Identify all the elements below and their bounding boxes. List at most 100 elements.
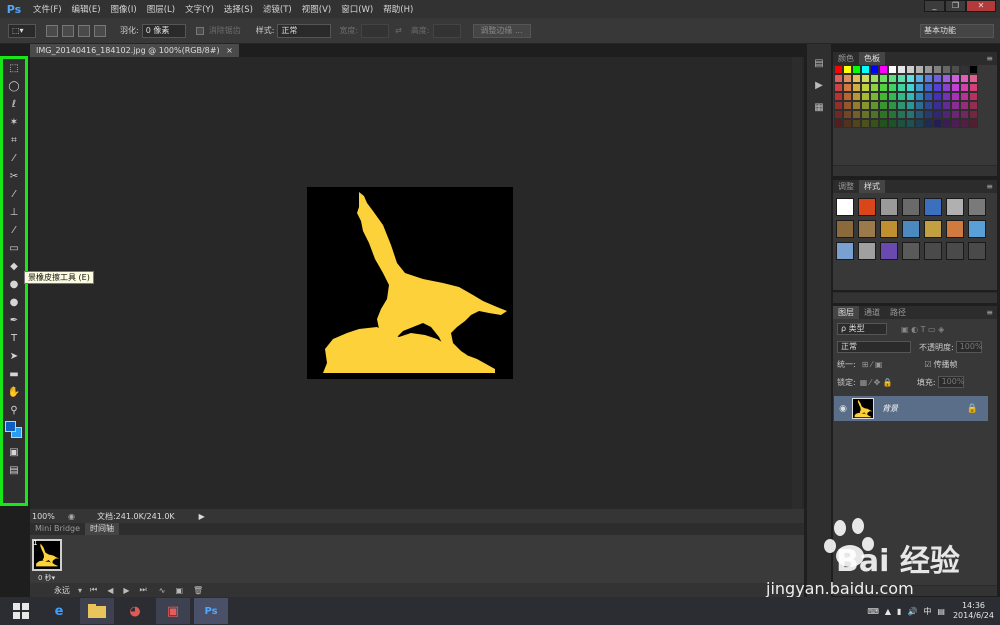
keyboard-icon[interactable]: ⌨ [867,607,879,616]
style-thumbnail[interactable] [946,220,964,238]
swatch-cell[interactable] [879,110,888,119]
style-thumbnail[interactable] [968,242,986,260]
eraser-icon[interactable]: ▭ [3,239,25,257]
add-selection-icon[interactable] [62,24,74,37]
style-thumbnail[interactable] [924,242,942,260]
menu-select[interactable]: 选择(S) [219,3,258,15]
swatch-cell[interactable] [915,92,924,101]
swatch-cell[interactable] [888,74,897,83]
shape-icon[interactable]: ▬ [3,365,25,383]
swatch-cell[interactable] [897,92,906,101]
swatch-cell[interactable] [861,110,870,119]
swatch-cell[interactable] [951,65,960,74]
swap-icon[interactable]: ⇄ [395,26,402,35]
swatch-cell[interactable] [906,92,915,101]
style-thumbnail[interactable] [858,242,876,260]
fill-input[interactable]: 100% [937,376,964,388]
tab-paths[interactable]: 路径 [885,306,911,319]
width-input[interactable] [361,23,390,38]
style-thumbnail[interactable] [902,220,920,238]
swatch-cell[interactable] [942,92,951,101]
swatch-cell[interactable] [969,110,978,119]
swatch-cell[interactable] [843,110,852,119]
tab-color[interactable]: 颜色 [833,52,859,65]
file-explorer-icon[interactable] [80,598,114,624]
swatch-cell[interactable] [951,92,960,101]
swatch-cell[interactable] [834,74,843,83]
swatch-cell[interactable] [897,110,906,119]
ime-indicator[interactable]: 中 [923,606,931,617]
swatch-cell[interactable] [870,110,879,119]
swatch-cell[interactable] [861,92,870,101]
gradient-icon[interactable]: ◆ [3,257,25,275]
history-brush-icon[interactable]: ⁄ [3,221,25,239]
swatch-cell[interactable] [897,101,906,110]
swatch-cell[interactable] [888,119,897,128]
opacity-input[interactable]: 100% [955,341,983,353]
swatch-cell[interactable] [870,92,879,101]
swatch-cell[interactable] [888,101,897,110]
swatch-cell[interactable] [915,83,924,92]
lock-icons[interactable]: ▦ ⁄ ✥ 🔒 [860,378,893,387]
crop-icon[interactable]: ⌗ [3,131,25,149]
swatch-cell[interactable] [897,83,906,92]
style-select[interactable]: 正常 [277,23,332,38]
style-thumbnail[interactable] [924,198,942,216]
swatch-cell[interactable] [879,83,888,92]
style-thumbnail[interactable] [858,198,876,216]
swatch-cell[interactable] [969,101,978,110]
swatch-cell[interactable] [906,119,915,128]
swatch-cell[interactable] [924,101,933,110]
feather-input[interactable]: 0 像素 [141,23,186,38]
quick-mask-icon[interactable]: ▣ [3,443,25,461]
swatch-cell[interactable] [843,119,852,128]
swatch-cell[interactable] [924,92,933,101]
style-thumbnail[interactable] [946,242,964,260]
start-button[interactable] [4,598,38,624]
swatch-cell[interactable] [870,83,879,92]
vertical-scrollbar[interactable] [792,57,802,509]
taskbar-clock[interactable]: 14:36 2014/6/24 [953,601,994,621]
swatch-cell[interactable] [897,65,906,74]
refine-edge-button[interactable]: 调整边缘 ... [472,23,531,38]
status-arrow-icon[interactable]: ▶ [199,512,205,521]
workspace-select[interactable]: 基本功能 [920,23,994,38]
tool-preset-picker[interactable]: ⬚▾ [8,23,36,38]
style-thumbnail[interactable] [880,242,898,260]
swatch-cell[interactable] [951,101,960,110]
swatch-cell[interactable] [879,74,888,83]
swatch-cell[interactable] [870,101,879,110]
swatch-cell[interactable] [933,101,942,110]
tab-layers[interactable]: 图层 [833,306,859,319]
swatch-cell[interactable] [870,119,879,128]
swatch-cell[interactable] [942,83,951,92]
delete-frame-icon[interactable]: 🗑 [193,586,203,595]
zoom-icon[interactable]: ⚲ [3,401,25,419]
swatch-cell[interactable] [852,92,861,101]
swatch-cell[interactable] [906,83,915,92]
layers-menu-icon[interactable]: ≡ [986,306,993,319]
zoom-level[interactable]: 100% [32,512,64,521]
eyedropper-icon[interactable]: ⁄ [3,149,25,167]
close-button[interactable]: ✕ [966,0,996,12]
intersect-selection-icon[interactable] [94,24,106,37]
swatch-cell[interactable] [897,74,906,83]
menu-edit[interactable]: 编辑(E) [67,3,106,15]
tab-adjustments[interactable]: 调整 [833,180,859,193]
swatch-cell[interactable] [951,83,960,92]
eye-icon[interactable]: ◉ [834,404,852,414]
history-panel-icon[interactable]: ▤ [810,58,828,74]
media-app-icon[interactable]: ◕ [118,598,152,624]
swatch-cell[interactable] [852,101,861,110]
swatch-cell[interactable] [969,92,978,101]
swatch-cell[interactable] [906,74,915,83]
swatch-cell[interactable] [843,65,852,74]
blend-mode-select[interactable]: 正常 [837,341,911,353]
tab-channels[interactable]: 通道 [859,306,885,319]
loop-select[interactable]: 永远 [54,585,70,596]
unify-icons[interactable]: ⊞ ⁄ ▣ [862,360,883,369]
notification-icon[interactable]: ▤ [937,607,945,616]
stamp-icon[interactable]: ⊥ [3,203,25,221]
swatch-cell[interactable] [888,110,897,119]
swatch-cell[interactable] [933,83,942,92]
